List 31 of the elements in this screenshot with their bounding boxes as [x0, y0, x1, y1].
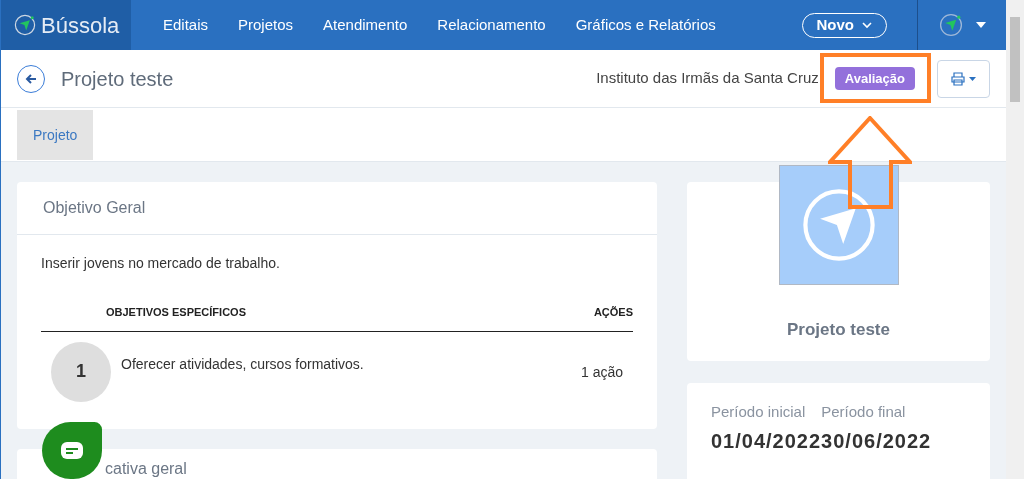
page-title: Projeto teste [61, 66, 174, 92]
caret-down-icon [969, 76, 976, 81]
caret-down-icon [976, 22, 986, 28]
nav-link[interactable]: Relacionamento [437, 13, 546, 37]
column-header: AÇÕES [593, 305, 633, 320]
nav-link[interactable]: Gráficos e Relatórios [575, 13, 716, 37]
nav-link[interactable]: Atendimento [323, 13, 408, 37]
chat-icon [60, 440, 84, 461]
end-date: 30/06/2022 [821, 428, 932, 454]
nav-link[interactable]: Editais [163, 13, 209, 37]
brand-name: Bússola [41, 11, 120, 40]
nav-link[interactable]: Projetos [238, 13, 294, 37]
objective-row-text: Oferecer atividades, cursos formativos. [121, 354, 365, 374]
project-name: Projeto teste [787, 319, 890, 341]
start-label: Período inicial [711, 402, 806, 422]
tab[interactable]: Projeto [17, 110, 94, 160]
status-badge: Avaliação [834, 66, 915, 91]
printer-icon [951, 71, 965, 86]
actions-count: 1 ação [580, 362, 623, 382]
end-label: Período final [821, 402, 906, 422]
card-title: Objetivo Geral [17, 182, 657, 235]
avatar-icon [938, 12, 964, 38]
column-header: OBJETIVOS ESPECÍFICOS [106, 305, 246, 320]
chevron-down-icon [862, 21, 872, 29]
compass-logo-icon [13, 13, 37, 37]
card-title: cativa geral [105, 460, 187, 477]
organization-name: Instituto das Irmãs da Santa Cruz [596, 68, 819, 89]
arrow-left-icon [25, 72, 37, 85]
objective-text: Inserir jovens no mercado de trabalho. [41, 254, 281, 273]
start-date: 01/04/2022 [711, 428, 822, 454]
print-dropdown-button[interactable] [937, 59, 990, 98]
